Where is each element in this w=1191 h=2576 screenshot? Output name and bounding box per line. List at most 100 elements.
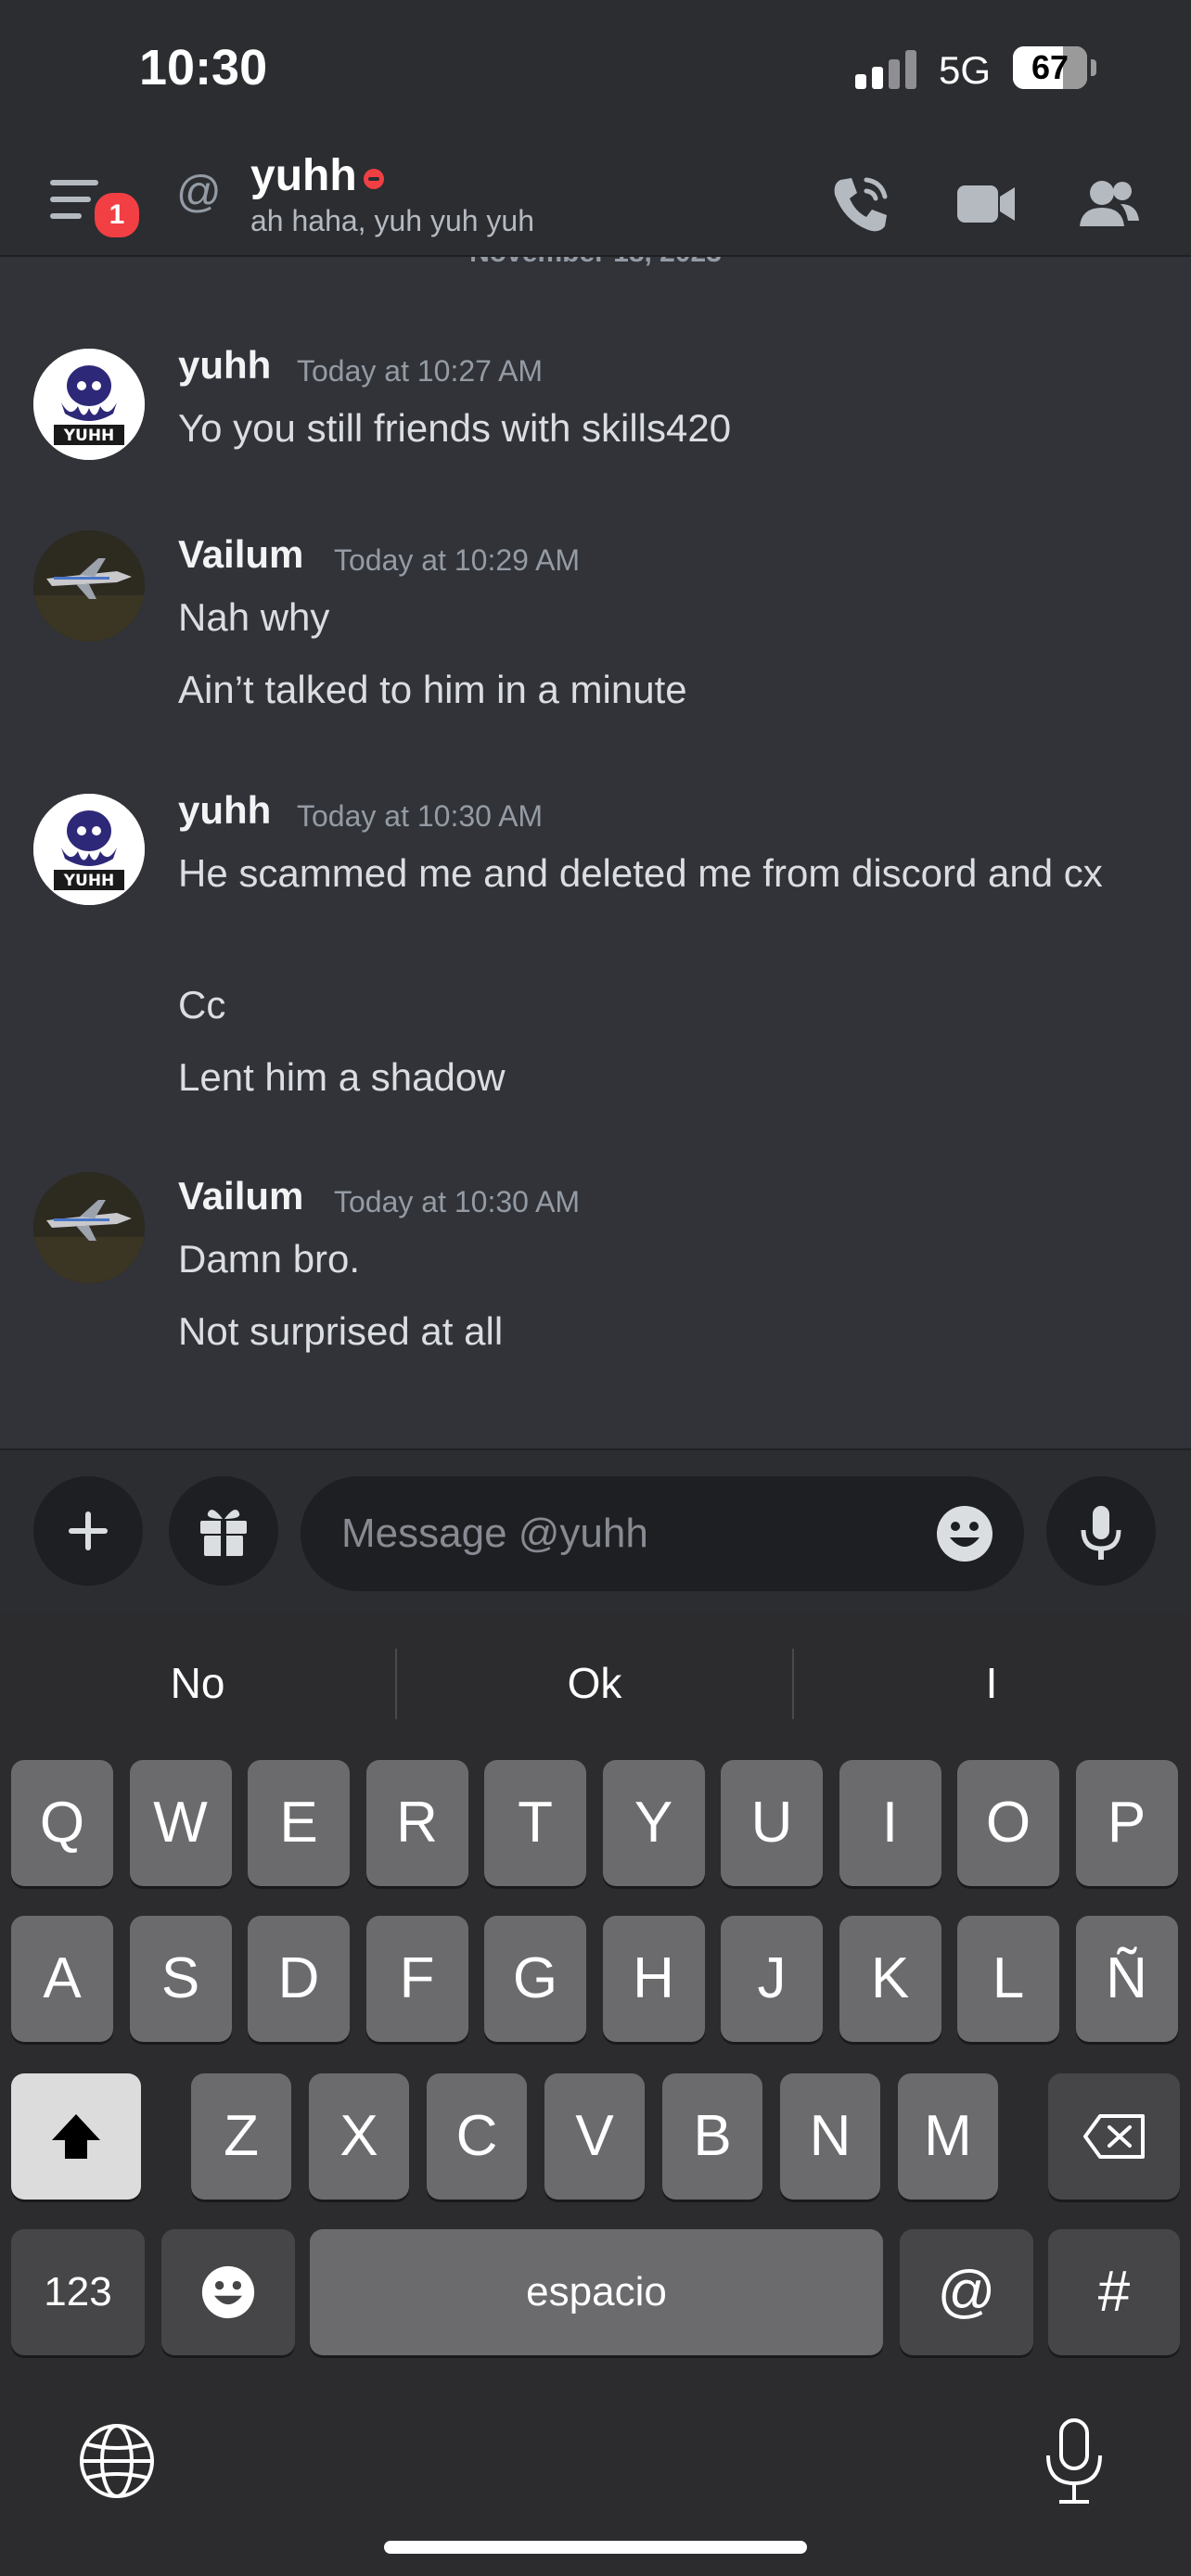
key-v[interactable]: V <box>544 2073 645 2200</box>
key-s[interactable]: S <box>129 1916 232 2042</box>
suggestion-item[interactable]: No <box>0 1613 395 1753</box>
emoji-button[interactable] <box>935 1504 994 1563</box>
key-p[interactable]: P <box>1075 1760 1178 1886</box>
avatar[interactable]: YUHH <box>33 349 145 460</box>
key-o[interactable]: O <box>957 1760 1059 1886</box>
cellular-signal-icon <box>855 50 920 89</box>
message-text: Yo you still friends with skills420 <box>178 406 732 450</box>
home-indicator <box>384 2541 807 2554</box>
message-text: Damn bro. <box>178 1237 361 1281</box>
voice-message-button[interactable] <box>1046 1476 1156 1586</box>
dm-recipient-name[interactable]: yuhh <box>250 150 357 201</box>
key-ñ[interactable]: Ñ <box>1075 1916 1178 2042</box>
shift-icon <box>52 2114 100 2159</box>
members-icon <box>1080 181 1139 226</box>
gift-button[interactable] <box>169 1476 278 1586</box>
suggestion-item[interactable]: I <box>794 1613 1189 1753</box>
emoji-icon <box>201 2265 255 2319</box>
key-g[interactable]: G <box>484 1916 586 2042</box>
shift-key[interactable] <box>11 2073 141 2200</box>
microphone-icon <box>1046 2418 1102 2504</box>
members-button[interactable] <box>1072 167 1146 241</box>
key-f[interactable]: F <box>365 1916 468 2042</box>
avatar-logo-text: YUHH <box>63 427 115 445</box>
dictation-button[interactable] <box>1035 2417 1113 2506</box>
battery-nub <box>1091 59 1096 76</box>
message-author[interactable]: Vailum <box>178 532 303 577</box>
key-x[interactable]: X <box>309 2073 409 2200</box>
avatar[interactable] <box>33 530 145 642</box>
key-w[interactable]: W <box>129 1760 232 1886</box>
message-text: Not surprised at all <box>178 1309 504 1353</box>
numbers-key[interactable]: 123 <box>11 2229 145 2355</box>
key-h[interactable]: H <box>602 1916 705 2042</box>
key-u[interactable]: U <box>721 1760 823 1886</box>
message-timestamp: Today at 10:27 AM <box>297 354 544 388</box>
space-key[interactable]: espacio <box>310 2229 883 2355</box>
emoji-key[interactable] <box>161 2229 295 2355</box>
globe-icon <box>80 2424 154 2498</box>
globe-button[interactable] <box>78 2422 156 2500</box>
channel-header: 1 @ yuhh ah haha, yuh yuh yuh <box>0 148 1191 257</box>
message-text: Lent him a shadow <box>178 1055 506 1099</box>
key-a[interactable]: A <box>11 1916 113 2042</box>
octopus-logo-icon: YUHH <box>33 349 145 460</box>
message-text: Cc <box>178 983 226 1027</box>
battery-level: 67 <box>1031 48 1069 86</box>
avatar-logo-text: YUHH <box>63 872 115 890</box>
message-input[interactable] <box>301 1476 1024 1591</box>
key-k[interactable]: K <box>839 1916 941 2042</box>
key-c[interactable]: C <box>427 2073 527 2200</box>
backspace-icon <box>1083 2114 1145 2159</box>
octopus-logo-icon: YUHH <box>33 794 145 905</box>
call-button[interactable] <box>824 167 898 241</box>
call-icon <box>834 177 888 232</box>
custom-status: ah haha, yuh yuh yuh <box>250 204 535 237</box>
plus-icon <box>69 1511 108 1550</box>
key-y[interactable]: Y <box>602 1760 705 1886</box>
video-icon <box>957 185 1015 223</box>
key-r[interactable]: R <box>365 1760 468 1886</box>
add-attachment-button[interactable] <box>33 1476 143 1586</box>
at-key[interactable]: @ <box>900 2229 1033 2355</box>
avatar[interactable] <box>33 1172 145 1283</box>
emoji-icon <box>937 1506 992 1562</box>
microphone-icon <box>1081 1506 1121 1560</box>
status-time: 10:30 <box>139 40 268 96</box>
key-q[interactable]: Q <box>11 1760 113 1886</box>
hash-key[interactable]: # <box>1048 2229 1180 2355</box>
message-text: Ain’t talked to him in a minute <box>178 668 687 711</box>
key-t[interactable]: T <box>484 1760 586 1886</box>
message-timestamp: Today at 10:29 AM <box>334 543 581 577</box>
suggestion-item[interactable]: Ok <box>397 1613 792 1753</box>
backspace-key[interactable] <box>1048 2073 1180 2200</box>
message-author[interactable]: yuhh <box>178 343 271 388</box>
dnd-status-icon <box>364 169 384 189</box>
key-b[interactable]: B <box>662 2073 762 2200</box>
avatar[interactable]: YUHH <box>33 794 145 905</box>
gift-icon <box>200 1510 247 1556</box>
key-e[interactable]: E <box>248 1760 350 1886</box>
airplane-photo-icon <box>33 530 145 642</box>
key-n[interactable]: N <box>780 2073 880 2200</box>
message-text: Nah why <box>178 595 330 639</box>
unread-badge: 1 <box>91 189 143 241</box>
key-z[interactable]: Z <box>191 2073 291 2200</box>
key-d[interactable]: D <box>248 1916 350 2042</box>
battery-icon: 67 <box>1013 46 1087 89</box>
key-l[interactable]: L <box>957 1916 1059 2042</box>
message-author[interactable]: yuhh <box>178 788 271 833</box>
message-composer <box>0 1448 1191 1615</box>
key-m[interactable]: M <box>898 2073 998 2200</box>
at-icon: @ <box>176 168 222 217</box>
key-j[interactable]: J <box>721 1916 823 2042</box>
message-timestamp: Today at 10:30 AM <box>297 799 544 833</box>
message-text: He scammed me and deleted me from discor… <box>178 851 1103 895</box>
key-i[interactable]: I <box>839 1760 941 1886</box>
message-author[interactable]: Vailum <box>178 1174 303 1218</box>
message-timestamp: Today at 10:30 AM <box>334 1185 581 1218</box>
network-type: 5G <box>939 48 992 92</box>
airplane-photo-icon <box>33 1172 145 1283</box>
video-call-button[interactable] <box>948 167 1022 241</box>
system-keyboard: No Ok I 123 espacio @ # Q W E R T Y U I … <box>0 1613 1191 2576</box>
